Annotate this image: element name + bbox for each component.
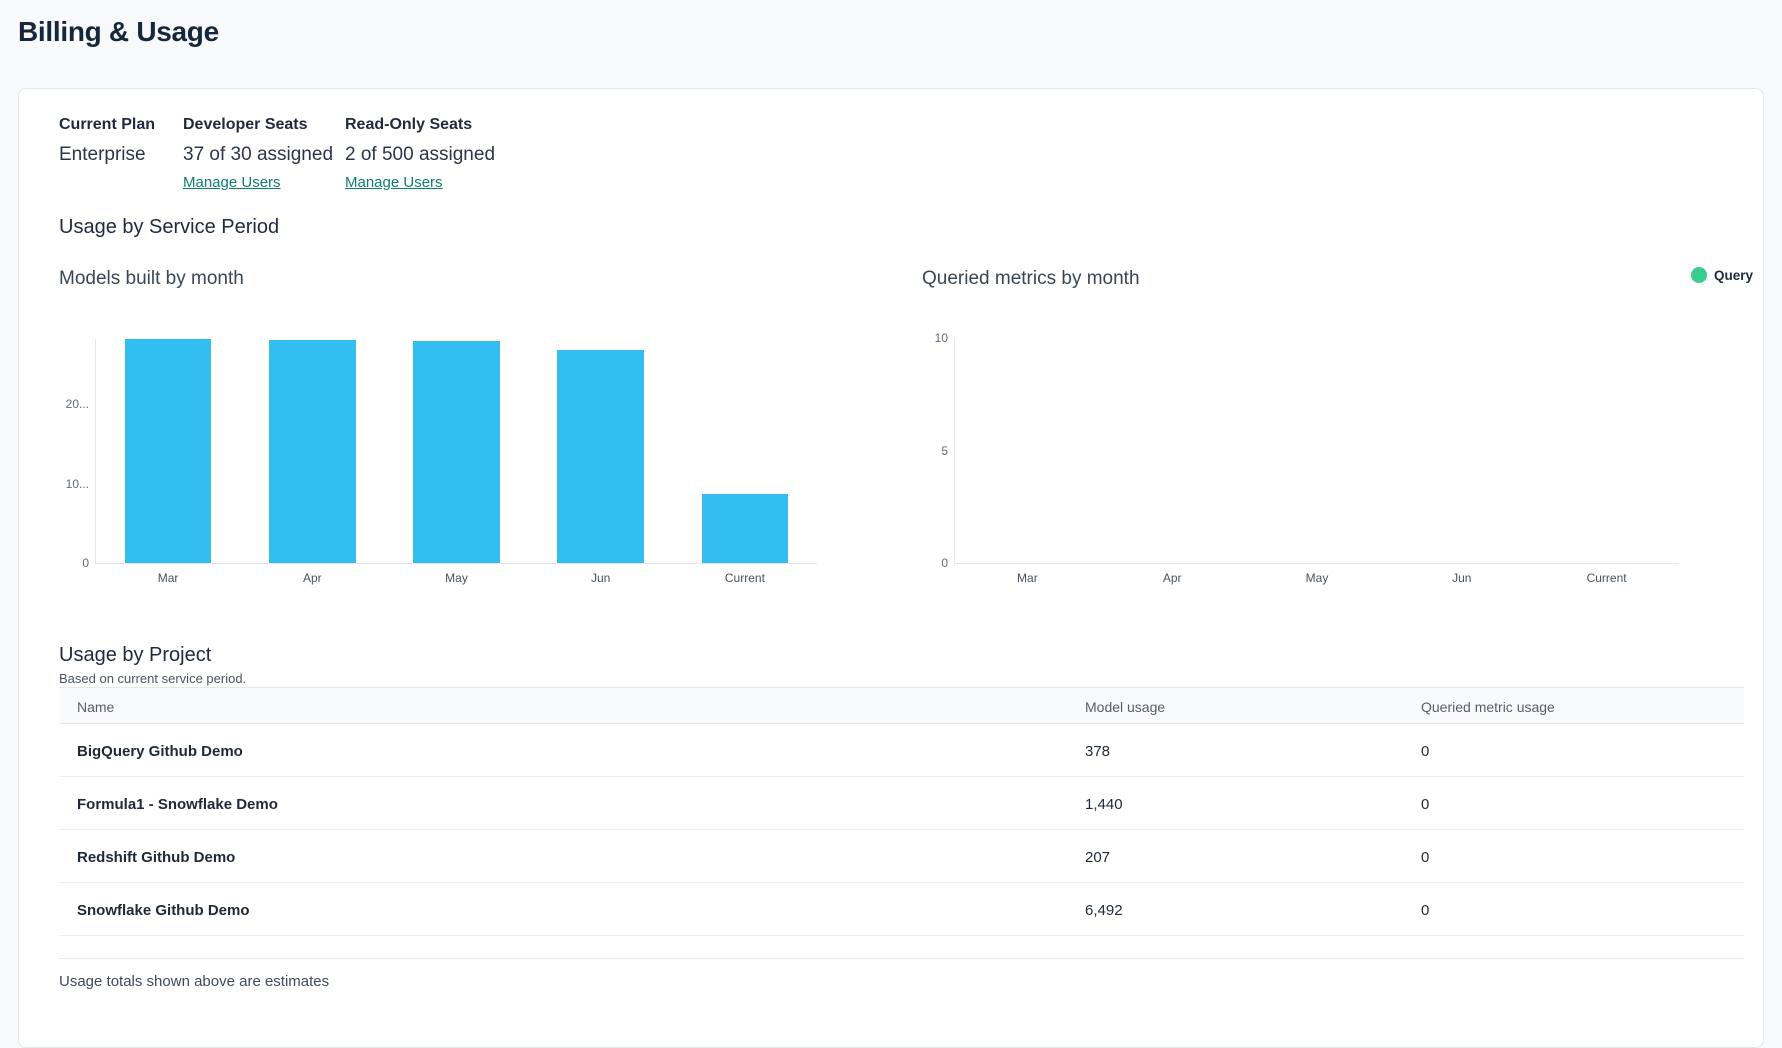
table-row: Formula1 - Snowflake Demo 1,440 0: [59, 777, 1744, 830]
current-plan-value: Enterprise: [59, 144, 155, 166]
y-axis-tick-label: 0: [82, 556, 96, 570]
x-axis-tick-label: May: [1306, 571, 1329, 585]
x-axis-tick-label: Current: [725, 571, 765, 585]
read-only-seats-summary: Read-Only Seats 2 of 500 assigned Manage…: [345, 116, 495, 192]
bar-mar: [125, 339, 212, 563]
table-footer-strip: [59, 936, 1744, 959]
query-legend-label: Query: [1714, 268, 1753, 283]
project-name-cell: Redshift Github Demo: [77, 849, 235, 866]
y-axis-tick-label: 20...: [66, 397, 96, 411]
developer-seats-value: 37 of 30 assigned: [183, 144, 333, 166]
usage-by-service-period-heading: Usage by Service Period: [59, 216, 279, 239]
model-usage-cell: 6,492: [1085, 902, 1123, 919]
bar-jun: [557, 350, 644, 563]
query-legend: Query: [1691, 267, 1753, 283]
table-header-row: Name Model usage Queried metric usage: [59, 687, 1744, 724]
usage-by-project-heading: Usage by Project: [59, 644, 211, 667]
y-axis-tick-label: 0: [941, 556, 955, 570]
manage-users-link-developer[interactable]: Manage Users: [183, 174, 281, 191]
current-plan-summary: Current Plan Enterprise: [59, 116, 155, 166]
project-name-cell: Snowflake Github Demo: [77, 902, 250, 919]
read-only-seats-value: 2 of 500 assigned: [345, 144, 495, 166]
x-axis-tick-label: Apr: [1163, 571, 1182, 585]
column-header-model-usage: Model usage: [1085, 699, 1165, 715]
bar-apr: [269, 340, 356, 563]
x-axis-tick-label: Apr: [303, 571, 322, 585]
developer-seats-label: Developer Seats: [183, 116, 333, 134]
model-usage-cell: 1,440: [1085, 796, 1123, 813]
project-name-cell: BigQuery Github Demo: [77, 743, 243, 760]
x-axis-tick-label: Jun: [591, 571, 610, 585]
column-header-name: Name: [77, 699, 114, 715]
x-axis-tick-label: May: [445, 571, 468, 585]
queried-metrics-chart: 0510MarAprMayJunCurrent: [954, 338, 1679, 564]
bar-may: [413, 341, 500, 563]
read-only-seats-label: Read-Only Seats: [345, 116, 495, 134]
developer-seats-summary: Developer Seats 37 of 30 assigned Manage…: [183, 116, 333, 192]
y-axis-tick-label: 5: [941, 444, 955, 458]
project-name-cell: Formula1 - Snowflake Demo: [77, 796, 278, 813]
query-legend-dot-icon: [1691, 267, 1707, 283]
usage-estimates-note: Usage totals shown above are estimates: [59, 973, 329, 990]
y-axis-tick-label: 10...: [66, 477, 96, 491]
billing-card: Current Plan Enterprise Developer Seats …: [18, 88, 1764, 1048]
model-usage-cell: 378: [1085, 743, 1110, 760]
queried-usage-cell: 0: [1421, 849, 1429, 866]
x-axis-tick-label: Jun: [1452, 571, 1471, 585]
model-usage-cell: 207: [1085, 849, 1110, 866]
models-built-chart-title: Models built by month: [59, 268, 244, 290]
usage-by-project-table: Name Model usage Queried metric usage Bi…: [59, 687, 1744, 959]
table-body: BigQuery Github Demo 378 0 Formula1 - Sn…: [59, 724, 1744, 936]
y-axis-tick-label: 10: [935, 331, 955, 345]
column-header-queried-metric-usage: Queried metric usage: [1421, 699, 1555, 715]
current-plan-label: Current Plan: [59, 116, 155, 134]
table-row: BigQuery Github Demo 378 0: [59, 724, 1744, 777]
x-axis-tick-label: Mar: [1017, 571, 1038, 585]
manage-users-link-read-only[interactable]: Manage Users: [345, 174, 443, 191]
models-built-chart: 010...20...MarAprMayJunCurrent: [95, 339, 817, 564]
x-axis-tick-label: Current: [1587, 571, 1627, 585]
queried-usage-cell: 0: [1421, 796, 1429, 813]
queried-usage-cell: 0: [1421, 902, 1429, 919]
queried-metrics-chart-title: Queried metrics by month: [922, 268, 1140, 290]
usage-by-project-subtitle: Based on current service period.: [59, 671, 246, 686]
table-row: Snowflake Github Demo 6,492 0: [59, 883, 1744, 936]
x-axis-tick-label: Mar: [158, 571, 179, 585]
queried-usage-cell: 0: [1421, 743, 1429, 760]
page-title: Billing & Usage: [18, 16, 219, 48]
table-row: Redshift Github Demo 207 0: [59, 830, 1744, 883]
bar-current: [702, 494, 789, 563]
